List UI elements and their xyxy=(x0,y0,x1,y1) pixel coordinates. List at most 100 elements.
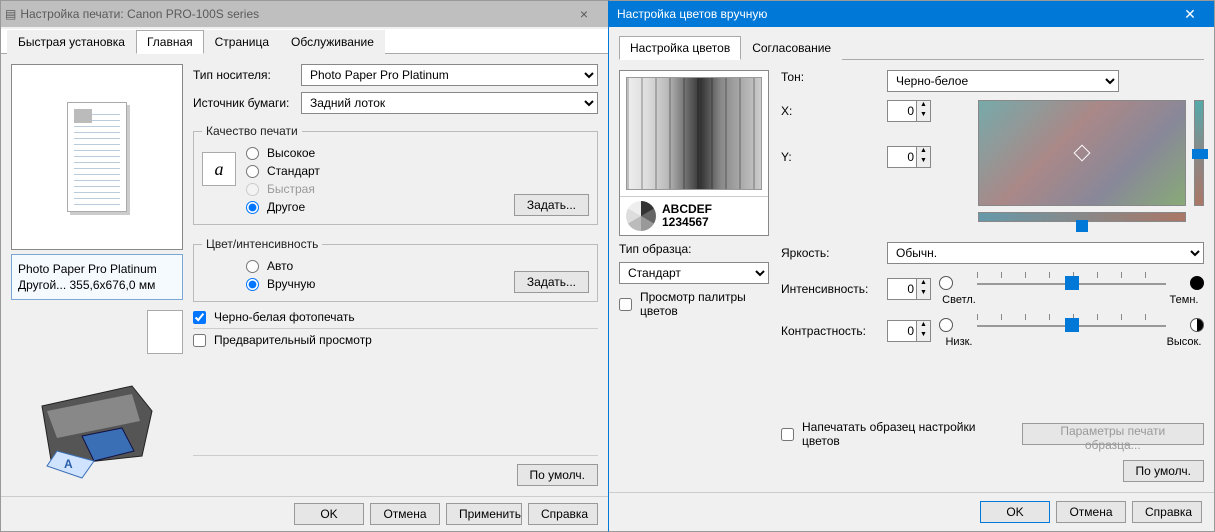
app-icon: ▤ xyxy=(5,7,16,21)
tone-map[interactable] xyxy=(978,100,1186,206)
main-tabs: Быстрая установка Главная Страница Обслу… xyxy=(1,29,608,54)
print-sample-checkbox[interactable]: Напечатать образец настройки цветов xyxy=(781,420,1006,448)
quality-other[interactable]: Другое xyxy=(246,200,504,214)
crosshair-icon xyxy=(1074,145,1091,162)
window-title-2: Настройка цветов вручную xyxy=(613,7,1170,21)
ok-button[interactable]: OK xyxy=(980,501,1050,523)
tab-color-adjust[interactable]: Настройка цветов xyxy=(619,36,741,60)
sample-type-label: Тип образца: xyxy=(619,242,769,256)
source-select[interactable]: Задний лоток xyxy=(301,92,598,114)
source-label: Источник бумаги: xyxy=(193,96,293,110)
intensity-slider[interactable] xyxy=(963,272,1180,294)
chevron-down-icon: ▼ xyxy=(917,289,930,299)
sample-column: ABCDEF 1234567 Тип образца: Стандарт Про… xyxy=(619,70,769,482)
orientation-thumb xyxy=(147,310,183,354)
color-auto[interactable]: Авто xyxy=(246,259,504,273)
contrast-spin[interactable]: ▲▼ xyxy=(887,320,931,342)
dialog-buttons-1: OK Отмена Применить Справка xyxy=(1,496,608,531)
quality-set-button[interactable]: Задать... xyxy=(514,194,589,216)
window-title: Настройка печати: Canon PRO-100S series xyxy=(16,7,564,21)
body-2: Настройка цветов Согласование ABCDEF 123… xyxy=(609,27,1214,531)
x-spin[interactable]: ▲▼ xyxy=(887,100,931,122)
defaults-button-2[interactable]: По умолч. xyxy=(1123,460,1204,482)
chevron-down-icon: ▼ xyxy=(917,111,930,121)
palette-checkbox[interactable]: Просмотр палитры цветов xyxy=(619,290,769,318)
right-column: Тип носителя: Photo Paper Pro Platinum И… xyxy=(193,64,598,486)
tab-quick[interactable]: Быстрая установка xyxy=(7,30,136,54)
slider-thumb[interactable] xyxy=(1192,149,1208,159)
intensity-spin[interactable]: ▲▼ xyxy=(887,278,931,300)
color-fieldset: Цвет/интенсивность Авто Вручную Задать..… xyxy=(193,237,598,302)
quality-fieldset: Качество печати a Высокое Стандарт Быстр… xyxy=(193,124,598,225)
color-tabs: Настройка цветов Согласование xyxy=(619,35,1204,60)
color-legend: Цвет/интенсивность xyxy=(202,237,322,251)
y-spin[interactable]: ▲▼ xyxy=(887,146,931,168)
chevron-down-icon: ▼ xyxy=(917,157,930,167)
high-contrast-icon xyxy=(1190,318,1204,332)
manual-color-window: Настройка цветов вручную ✕ Настройка цве… xyxy=(608,0,1215,532)
cancel-button[interactable]: Отмена xyxy=(370,503,440,525)
pencils-graphic xyxy=(626,77,762,190)
tone-select[interactable]: Черно-белое xyxy=(887,70,1119,92)
dark-icon xyxy=(1190,276,1204,290)
preview-checkbox[interactable]: Предварительный просмотр xyxy=(193,333,598,347)
printer-illustration: A xyxy=(22,366,172,486)
brightness-select[interactable]: Обычн. xyxy=(887,242,1204,264)
help-button[interactable]: Справка xyxy=(528,503,598,525)
tab-matching[interactable]: Согласование xyxy=(741,36,842,60)
x-label: X: xyxy=(781,104,879,118)
paper-info-box: Photo Paper Pro Platinum Другой... 355,6… xyxy=(11,254,183,300)
pie-icon xyxy=(626,201,656,231)
controls-column: Тон: Черно-белое X: ▲▼ Y: ▲▼ xyxy=(781,70,1204,482)
titlebar-2[interactable]: Настройка цветов вручную ✕ xyxy=(609,1,1214,27)
low-contrast-icon xyxy=(939,318,953,332)
sample-params-button: Параметры печати образца... xyxy=(1022,423,1204,445)
quality-legend: Качество печати xyxy=(202,124,302,138)
slider-thumb[interactable] xyxy=(1065,276,1079,290)
slider-thumb[interactable] xyxy=(1065,318,1079,332)
close-icon[interactable]: × xyxy=(564,6,604,22)
info-line-2: Другой... 355,6x676,0 мм xyxy=(18,277,176,293)
media-label: Тип носителя: xyxy=(193,68,293,82)
light-icon xyxy=(939,276,953,290)
chevron-up-icon: ▲ xyxy=(917,321,930,331)
intensity-left-label: Светл. xyxy=(939,294,979,306)
tab-maintenance[interactable]: Обслуживание xyxy=(280,30,385,54)
media-select[interactable]: Photo Paper Pro Platinum xyxy=(301,64,598,86)
cancel-button[interactable]: Отмена xyxy=(1056,501,1126,523)
quality-icon: a xyxy=(202,152,236,186)
quality-fast: Быстрая xyxy=(246,182,504,196)
tab-main[interactable]: Главная xyxy=(136,30,204,54)
close-icon[interactable]: ✕ xyxy=(1170,6,1210,23)
help-button[interactable]: Справка xyxy=(1132,501,1202,523)
brightness-label: Яркость: xyxy=(781,246,879,260)
quality-high[interactable]: Высокое xyxy=(246,146,504,160)
tab-page[interactable]: Страница xyxy=(204,30,280,54)
slider-thumb[interactable] xyxy=(1076,220,1088,232)
ok-button[interactable]: OK xyxy=(294,503,364,525)
color-set-button[interactable]: Задать... xyxy=(514,271,589,293)
quality-standard[interactable]: Стандарт xyxy=(246,164,504,178)
bw-checkbox[interactable]: Черно-белая фотопечать xyxy=(193,310,598,324)
contrast-left-label: Низк. xyxy=(939,336,979,348)
defaults-button[interactable]: По умолч. xyxy=(517,464,598,486)
chevron-up-icon: ▲ xyxy=(917,101,930,111)
y-label: Y: xyxy=(781,150,879,164)
contrast-right-label: Высок. xyxy=(1164,336,1204,348)
apply-button[interactable]: Применить xyxy=(446,503,522,525)
titlebar-1[interactable]: ▤ Настройка печати: Canon PRO-100S serie… xyxy=(1,1,608,27)
left-column: Photo Paper Pro Platinum Другой... 355,6… xyxy=(11,64,183,486)
tone-vbar[interactable] xyxy=(1194,100,1204,206)
print-settings-window: ▤ Настройка печати: Canon PRO-100S serie… xyxy=(0,0,608,532)
svg-text:A: A xyxy=(64,457,73,471)
contrast-slider[interactable] xyxy=(963,314,1180,336)
tone-label: Тон: xyxy=(781,70,879,84)
sample-num: 1234567 xyxy=(662,216,712,229)
color-manual[interactable]: Вручную xyxy=(246,277,504,291)
chevron-down-icon: ▼ xyxy=(917,331,930,341)
intensity-right-label: Темн. xyxy=(1164,294,1204,306)
sample-preview: ABCDEF 1234567 xyxy=(619,70,769,236)
chevron-up-icon: ▲ xyxy=(917,147,930,157)
sample-type-select[interactable]: Стандарт xyxy=(619,262,769,284)
chevron-up-icon: ▲ xyxy=(917,279,930,289)
